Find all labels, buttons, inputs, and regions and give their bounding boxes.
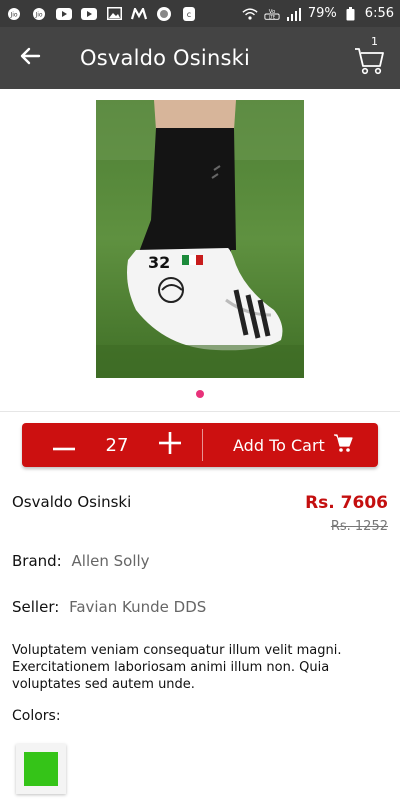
- myntra-icon: [131, 7, 147, 21]
- plus-icon: [159, 432, 181, 458]
- gallery-icon: [106, 7, 122, 21]
- color-swatch-option[interactable]: [16, 744, 66, 794]
- product-price: Rs. 7606: [305, 493, 388, 513]
- brand-value: Allen Solly: [71, 552, 150, 570]
- seller-value: Favian Kunde DDS: [69, 598, 207, 616]
- back-button[interactable]: [0, 27, 60, 89]
- add-to-cart-label: Add To Cart: [233, 435, 325, 455]
- svg-text:Jio: Jio: [9, 11, 17, 18]
- svg-text:Jio: Jio: [34, 11, 42, 18]
- signal-icon: [286, 7, 302, 21]
- brand-label: Brand:: [12, 552, 62, 570]
- wifi-icon: [242, 7, 258, 21]
- add-to-cart-button[interactable]: Add To Cart: [233, 433, 353, 457]
- page-title: Osvaldo Osinski: [80, 46, 251, 70]
- phone-icon: c: [181, 6, 197, 21]
- svg-text:32: 32: [148, 253, 170, 272]
- brand-row: Brand: Allen Solly: [12, 552, 150, 570]
- volte-icon: Vo LTE: [264, 7, 280, 21]
- status-bar: Jio Jio c Vo LTE 79% 6:56: [0, 0, 400, 27]
- separator: [202, 429, 203, 461]
- product-image[interactable]: 32: [96, 100, 304, 378]
- battery-percent: 79%: [307, 6, 337, 21]
- product-name: Osvaldo Osinski: [12, 493, 132, 511]
- cart-icon: [333, 433, 353, 457]
- increase-quantity-button[interactable]: [148, 423, 192, 467]
- pager-dot-active[interactable]: [196, 390, 204, 398]
- color-swatch: [24, 752, 58, 786]
- quantity-value: 27: [105, 434, 129, 456]
- seller-label: Seller:: [12, 598, 60, 616]
- arrow-left-icon: [19, 47, 41, 69]
- jio-icon: Jio: [31, 7, 47, 21]
- record-icon: [156, 6, 172, 21]
- svg-text:c: c: [187, 10, 191, 19]
- product-original-price: Rs. 1252: [330, 519, 388, 534]
- cart-control-bar: 27 Add To Cart: [22, 423, 378, 467]
- app-bar: Osvaldo Osinski 1: [0, 27, 400, 89]
- youtube-icon: [56, 7, 72, 21]
- product-description: Voluptatem veniam consequatur illum veli…: [12, 643, 342, 692]
- svg-text:LTE: LTE: [269, 14, 276, 19]
- clock: 6:56: [364, 6, 394, 21]
- divider: [0, 411, 400, 412]
- decrease-quantity-button[interactable]: [42, 423, 86, 467]
- battery-icon: [343, 6, 359, 21]
- minus-icon: [53, 436, 75, 455]
- image-pager: [0, 390, 400, 398]
- colors-label: Colors:: [12, 708, 61, 724]
- youtube-icon: [81, 7, 97, 21]
- cart-count-badge: 1: [371, 35, 378, 48]
- jio-icon: Jio: [6, 7, 22, 21]
- cart-button[interactable]: 1: [352, 35, 388, 77]
- seller-row: Seller: Favian Kunde DDS: [12, 598, 206, 616]
